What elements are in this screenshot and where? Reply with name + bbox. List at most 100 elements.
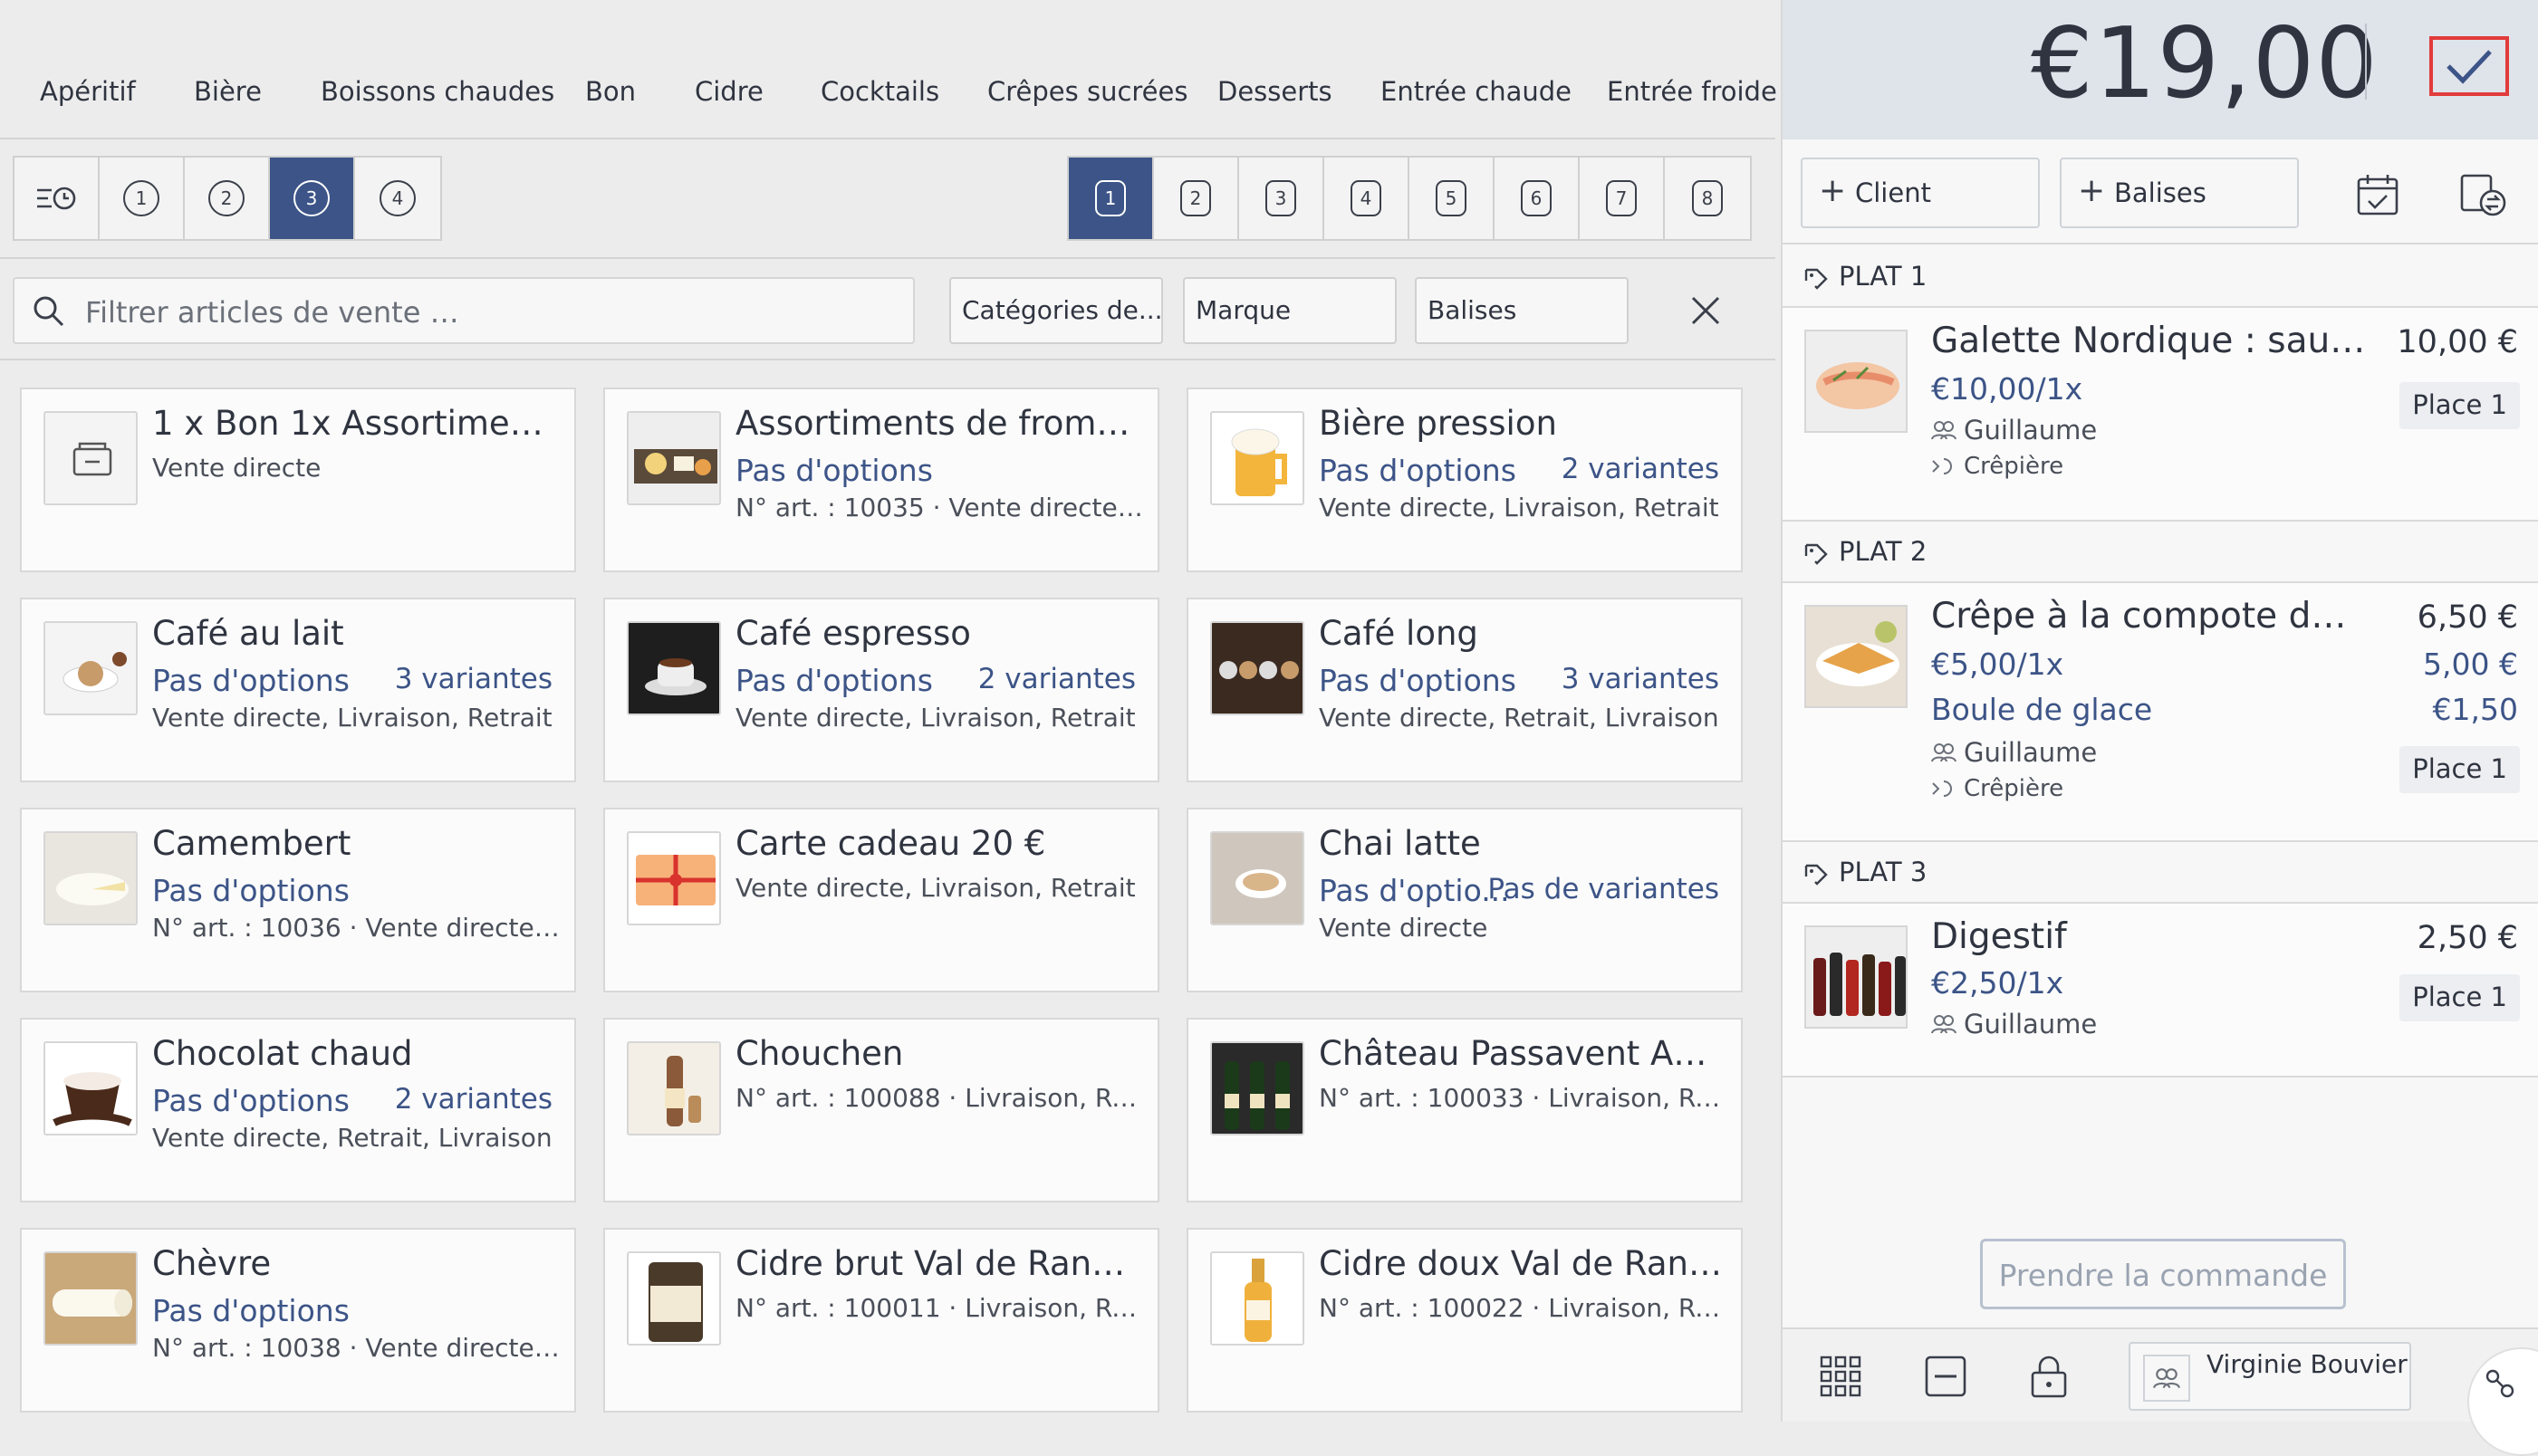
lock-icon[interactable] bbox=[2029, 1355, 2069, 1398]
seat-tab-2[interactable]: 2 bbox=[1154, 158, 1239, 239]
product-card[interactable]: Assortiments de fromage. Pas d'options N… bbox=[603, 388, 1159, 572]
item-base-price: 5,00 € bbox=[2423, 647, 2518, 682]
current-user[interactable]: Virginie Bouvier bbox=[2129, 1342, 2411, 1411]
user-name: Virginie Bouvier bbox=[2206, 1349, 2408, 1379]
product-variants: 2 variantes bbox=[1561, 453, 1719, 485]
product-variants: 2 variantes bbox=[977, 663, 1136, 695]
add-client-button[interactable]: + Client bbox=[1801, 158, 2040, 228]
course-header-2[interactable]: PLAT 2 bbox=[1783, 522, 2538, 583]
product-card[interactable]: Chèvre Pas d'options N° art. : 10038 · V… bbox=[20, 1228, 576, 1413]
list-clock-icon bbox=[37, 187, 76, 210]
waiter-name: Guillaume bbox=[1964, 415, 2098, 445]
item-waiter: Guillaume bbox=[1931, 415, 2097, 445]
divider bbox=[2365, 24, 2367, 100]
tab-biere[interactable]: Bière bbox=[194, 76, 262, 107]
product-card[interactable]: Carte cadeau 20 € Vente directe, Livrais… bbox=[603, 808, 1159, 992]
course-tab-3[interactable]: 3 bbox=[270, 158, 355, 239]
chai-latte-image bbox=[1210, 831, 1304, 925]
product-card[interactable]: Cidre brut Val de Rance 1L N° art. : 100… bbox=[603, 1228, 1159, 1413]
course-title: PLAT 2 bbox=[1839, 536, 1928, 567]
product-card[interactable]: 1 x Bon 1x Assortiments ... Vente direct… bbox=[20, 388, 576, 572]
people-icon bbox=[1931, 1015, 1956, 1034]
plus-icon: + bbox=[2078, 172, 2106, 209]
course-title: PLAT 1 bbox=[1839, 261, 1928, 292]
hot-chocolate-image bbox=[43, 1041, 138, 1135]
product-card[interactable]: Bière pression Pas d'options 2 variantes… bbox=[1187, 388, 1743, 572]
collapse-icon[interactable] bbox=[1924, 1355, 1967, 1398]
product-card[interactable]: Chai latte Pas d'optio... Pas de variant… bbox=[1187, 808, 1743, 992]
item-extra: Boule de glace bbox=[1931, 692, 2153, 727]
course-tab-4[interactable]: 4 bbox=[355, 158, 440, 239]
product-card[interactable]: Chocolat chaud Pas d'options 2 variantes… bbox=[20, 1018, 576, 1202]
tab-cocktails[interactable]: Cocktails bbox=[821, 76, 939, 107]
product-card[interactable]: Château Passavent Anjou N° art. : 100033… bbox=[1187, 1018, 1743, 1202]
seat-badge[interactable]: Place 1 bbox=[2399, 382, 2520, 429]
confirm-button[interactable] bbox=[2429, 36, 2509, 96]
course-tab-1[interactable]: 1 bbox=[100, 158, 185, 239]
tags-filter[interactable]: Balises bbox=[1415, 277, 1629, 344]
add-tags-button[interactable]: + Balises bbox=[2060, 158, 2299, 228]
course-header-1[interactable]: PLAT 1 bbox=[1783, 246, 2538, 308]
brand-filter[interactable]: Marque bbox=[1183, 277, 1397, 344]
categories-filter[interactable]: Catégories de... bbox=[949, 277, 1163, 344]
clear-filters-icon[interactable] bbox=[1690, 295, 1721, 326]
coffee-cups-image bbox=[1210, 621, 1304, 715]
seat-number: 8 bbox=[1692, 180, 1723, 216]
tab-entree-froide[interactable]: Entrée froide bbox=[1607, 76, 1777, 107]
product-name: Chocolat chaud bbox=[152, 1034, 413, 1073]
product-card[interactable]: Chouchen N° art. : 100088 · Livraison, R… bbox=[603, 1018, 1159, 1202]
product-options: Pas d'options bbox=[735, 453, 933, 488]
people-icon bbox=[1931, 421, 1956, 440]
grid-icon[interactable] bbox=[1819, 1355, 1862, 1398]
calendar-check-icon[interactable] bbox=[2355, 172, 2400, 217]
tab-cidre[interactable]: Cidre bbox=[695, 76, 764, 107]
product-variants: 3 variantes bbox=[394, 663, 553, 695]
course-number: 3 bbox=[293, 180, 330, 216]
course-timer-button[interactable] bbox=[14, 158, 100, 239]
seat-tab-5[interactable]: 5 bbox=[1409, 158, 1495, 239]
product-name: Cidre brut Val de Rance 1L bbox=[735, 1244, 1143, 1283]
seat-number: 4 bbox=[1351, 180, 1381, 216]
product-card[interactable]: Café espresso Pas d'options 2 variantes … bbox=[603, 598, 1159, 782]
transfer-order-icon[interactable] bbox=[2458, 170, 2507, 219]
product-options: Pas d'options bbox=[1319, 663, 1516, 698]
tab-aperitif[interactable]: Apéritif bbox=[40, 76, 136, 107]
seat-tab-1[interactable]: 1 bbox=[1069, 158, 1154, 239]
tab-desserts[interactable]: Desserts bbox=[1217, 76, 1332, 107]
product-card[interactable]: Camembert Pas d'options N° art. : 10036 … bbox=[20, 808, 576, 992]
wine-bottles-image bbox=[1210, 1041, 1304, 1135]
course-header-3[interactable]: PLAT 3 bbox=[1783, 842, 2538, 904]
waiter-name: Guillaume bbox=[1964, 737, 2098, 768]
product-options: Pas d'options bbox=[152, 873, 350, 908]
seat-tab-4[interactable]: 4 bbox=[1324, 158, 1409, 239]
product-meta: Vente directe, Livraison, Retrait bbox=[735, 873, 1136, 903]
product-name: Cidre doux Val de Rance 1L bbox=[1319, 1244, 1726, 1283]
floating-action-button[interactable] bbox=[2467, 1347, 2538, 1456]
order-line[interactable]: Digestif 2,50 € €2,50/1x Place 1 Guillau… bbox=[1783, 904, 2538, 1078]
product-pane: Apéritif Bière Boissons chaudes Bon Cidr… bbox=[0, 0, 1777, 1422]
item-waiter: Guillaume bbox=[1931, 1009, 2097, 1039]
search-input[interactable]: Filtrer articles de vente … bbox=[13, 277, 915, 344]
tab-crepes-sucrees[interactable]: Crêpes sucrées bbox=[987, 76, 1187, 107]
order-line[interactable]: Crêpe à la compote de pom... 6,50 € €5,0… bbox=[1783, 583, 2538, 842]
seat-tab-8[interactable]: 8 bbox=[1665, 158, 1750, 239]
seat-tab-7[interactable]: 7 bbox=[1580, 158, 1665, 239]
tab-entree-chaude[interactable]: Entrée chaude bbox=[1380, 76, 1572, 107]
tab-boissons-chaudes[interactable]: Boissons chaudes bbox=[321, 76, 554, 107]
dish-tag-icon bbox=[1804, 268, 1828, 290]
tab-bon[interactable]: Bon bbox=[585, 76, 636, 107]
order-actions: + Client + Balises bbox=[1783, 139, 2538, 244]
product-card[interactable]: Cidre doux Val de Rance 1L N° art. : 100… bbox=[1187, 1228, 1743, 1413]
seat-badge[interactable]: Place 1 bbox=[2399, 746, 2520, 793]
product-name: Château Passavent Anjou bbox=[1319, 1034, 1726, 1073]
take-order-button[interactable]: Prendre la commande bbox=[1980, 1239, 2346, 1309]
seat-tab-3[interactable]: 3 bbox=[1239, 158, 1324, 239]
seat-badge[interactable]: Place 1 bbox=[2399, 974, 2520, 1021]
course-tab-2[interactable]: 2 bbox=[185, 158, 270, 239]
product-options: Pas d'options bbox=[735, 663, 933, 698]
order-line[interactable]: Galette Nordique : saumo... 10,00 € €10,… bbox=[1783, 308, 2538, 522]
product-card[interactable]: Café au lait Pas d'options 3 variantes V… bbox=[20, 598, 576, 782]
product-card[interactable]: Café long Pas d'options 3 variantes Vent… bbox=[1187, 598, 1743, 782]
item-name: Digestif bbox=[1931, 916, 2067, 957]
seat-tab-6[interactable]: 6 bbox=[1495, 158, 1580, 239]
